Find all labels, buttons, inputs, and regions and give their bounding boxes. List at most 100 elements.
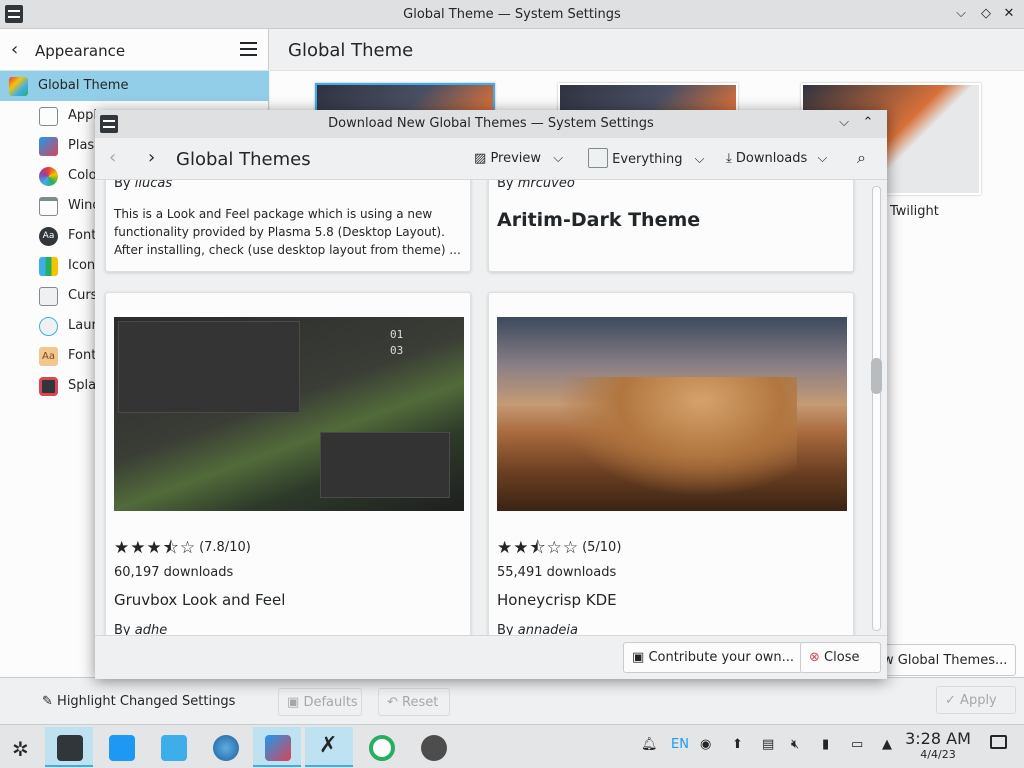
window-decorations-icon: [39, 197, 58, 216]
updater-icon: [369, 735, 395, 761]
hamburger-menu-icon[interactable]: [240, 42, 257, 56]
theme-label: Twilight: [890, 204, 939, 219]
maximize-button[interactable]: ◇: [978, 6, 994, 22]
tray-expand-icon[interactable]: ▲: [882, 737, 892, 752]
theme-card[interactable]: By mrcuveo Aritim-Dark Theme: [488, 180, 854, 272]
task-updater[interactable]: [357, 727, 405, 767]
theme-card[interactable]: By llucas This is a Look and Feel packag…: [105, 180, 471, 272]
show-desktop-icon[interactable]: [990, 735, 1007, 749]
dialog-titlebar: Download New Global Themes — System Sett…: [95, 110, 887, 138]
fonts-icon: Aa: [39, 227, 58, 246]
check-icon: ✓: [945, 693, 956, 708]
colors-icon: [39, 167, 58, 186]
plasma-style-icon: [39, 137, 58, 156]
splash-screen-icon: [39, 377, 58, 396]
card-author: By adhe: [114, 623, 168, 635]
keyboard-layout-indicator[interactable]: EN: [671, 737, 689, 752]
sidebar-item-global-theme[interactable]: Global Theme: [0, 71, 269, 101]
eye-icon[interactable]: ◉: [700, 737, 711, 752]
sidebar-item-label: Global Theme: [38, 78, 129, 93]
icons-icon: [39, 257, 58, 276]
task-system-settings[interactable]: [45, 727, 93, 767]
taskbar: ✲ ✗ 🔔︎ EN ◉ ⬆ ▤ 🔇︎ ▮ ▭ ▲ 3:28 AM 4/4/23: [0, 724, 1024, 768]
defaults-icon: ▣: [287, 695, 300, 710]
task-plasma-theme[interactable]: [253, 727, 301, 767]
contribute-label: Contribute your own...: [648, 650, 795, 665]
theme-name: Honeycrisp KDE: [497, 591, 617, 609]
volume-muted-icon[interactable]: 🔇︎: [791, 737, 799, 752]
notifications-icon[interactable]: 🔔︎: [641, 737, 658, 752]
x-app-icon: ✗: [319, 733, 338, 758]
window-title: Global Theme — System Settings: [403, 7, 621, 22]
task-dolphin[interactable]: [149, 727, 197, 767]
sidebar-item-label: Curs: [68, 288, 98, 303]
card-title: Aritim-Dark Theme: [497, 209, 701, 231]
discover-icon: [109, 735, 135, 761]
battery-icon[interactable]: ▮: [822, 737, 829, 752]
theme-card-honeycrisp[interactable]: ★★⯪☆☆ (5/10) 55,491 downloads Honeycrisp …: [488, 292, 854, 635]
page-header: Global Theme: [270, 29, 1024, 71]
chevron-down-icon: ⌵: [817, 151, 828, 166]
sidebar-item-label: Font: [68, 228, 97, 243]
preview-dropdown[interactable]: ▨ Preview ⌵: [474, 151, 563, 166]
contribute-button[interactable]: ▣ Contribute your own...: [623, 642, 804, 673]
back-arrow-icon[interactable]: ‹: [11, 39, 18, 60]
task-x-app[interactable]: ✗: [305, 727, 353, 767]
global-theme-icon: [9, 77, 28, 96]
clock-time: 3:28 AM: [905, 729, 971, 748]
minimize-button[interactable]: ⌵: [953, 6, 969, 22]
get-new-global-themes-button[interactable]: ew Global Themes...: [868, 644, 1016, 676]
scrollbar-track[interactable]: [872, 186, 881, 631]
window-titlebar: Global Theme — System Settings ⌵ ◇ ✕: [0, 0, 1024, 29]
clock[interactable]: 3:28 AM 4/4/23: [898, 729, 978, 761]
close-button[interactable]: ⊗ Close: [800, 642, 881, 673]
display-icon[interactable]: ▭: [851, 737, 863, 752]
card-author: By annadeia: [497, 623, 578, 635]
theme-preview-image: 01 03: [114, 317, 464, 511]
system-settings-icon: [57, 735, 83, 761]
close-window-button[interactable]: ✕: [1001, 6, 1017, 22]
undo-icon: ↶: [387, 695, 398, 710]
page-title: Global Theme: [288, 40, 414, 61]
update-icon[interactable]: ⬆: [732, 737, 743, 752]
theme-card-gruvbox[interactable]: 01 03 ★★★⯪☆ (7.8/10) 60,197 downloads Gruv…: [105, 292, 471, 635]
sidebar-header: ‹ Appearance: [0, 29, 269, 71]
sidebar-back-label[interactable]: Appearance: [35, 42, 125, 60]
scrollbar-thumb[interactable]: [871, 358, 882, 394]
dialog-maximize-button[interactable]: ⌃: [860, 115, 876, 131]
themes-list: By llucas This is a Look and Feel packag…: [95, 180, 887, 635]
task-browser[interactable]: [201, 727, 249, 767]
launch-feedback-icon: [39, 317, 58, 336]
dialog-minimize-button[interactable]: ⌵: [836, 115, 852, 131]
reset-button[interactable]: ↶ Reset: [378, 688, 450, 716]
highlight-changed-button[interactable]: ✎ Highlight Changed Settings: [42, 688, 235, 716]
bottom-bar: ✎ Highlight Changed Settings ▣ Defaults …: [0, 677, 1024, 724]
application-launcher[interactable]: ✲: [0, 727, 48, 767]
defaults-label: Defaults: [303, 695, 358, 710]
card-author: By mrcuveo: [497, 180, 575, 191]
task-settings-gear[interactable]: [409, 727, 457, 767]
rating-stars: ★★⯪☆☆ (5/10): [497, 538, 622, 558]
filter-dropdown[interactable]: Everything ⌵: [588, 148, 705, 168]
preview-label: Preview: [490, 151, 542, 166]
search-icon[interactable]: ⌕: [857, 148, 866, 168]
gear-icon: [421, 735, 447, 761]
defaults-button[interactable]: ▣ Defaults: [278, 688, 362, 716]
plasma-theme-icon: [265, 735, 291, 761]
sort-dropdown[interactable]: ⤓ Downloads ⌵: [726, 151, 827, 166]
reset-label: Reset: [402, 695, 439, 710]
dialog-footer: ▣ Contribute your own... ⊗ Close: [95, 635, 887, 679]
launcher-icon: ✲: [12, 737, 29, 761]
download-icon: ⤓: [726, 151, 732, 166]
task-discover[interactable]: [97, 727, 145, 767]
dialog-title: Download New Global Themes — System Sett…: [328, 116, 654, 131]
clock-date: 4/4/23: [920, 748, 956, 761]
back-nav-icon[interactable]: ‹: [109, 147, 116, 168]
pen-icon: ✎: [42, 694, 53, 709]
forward-nav-icon[interactable]: ›: [148, 147, 155, 168]
apply-label: Apply: [960, 693, 997, 708]
clipboard-icon[interactable]: ▤: [762, 737, 774, 752]
image-icon: ▨: [474, 151, 487, 166]
font-management-icon: Aa: [39, 347, 58, 366]
apply-button[interactable]: ✓ Apply: [936, 686, 1016, 714]
